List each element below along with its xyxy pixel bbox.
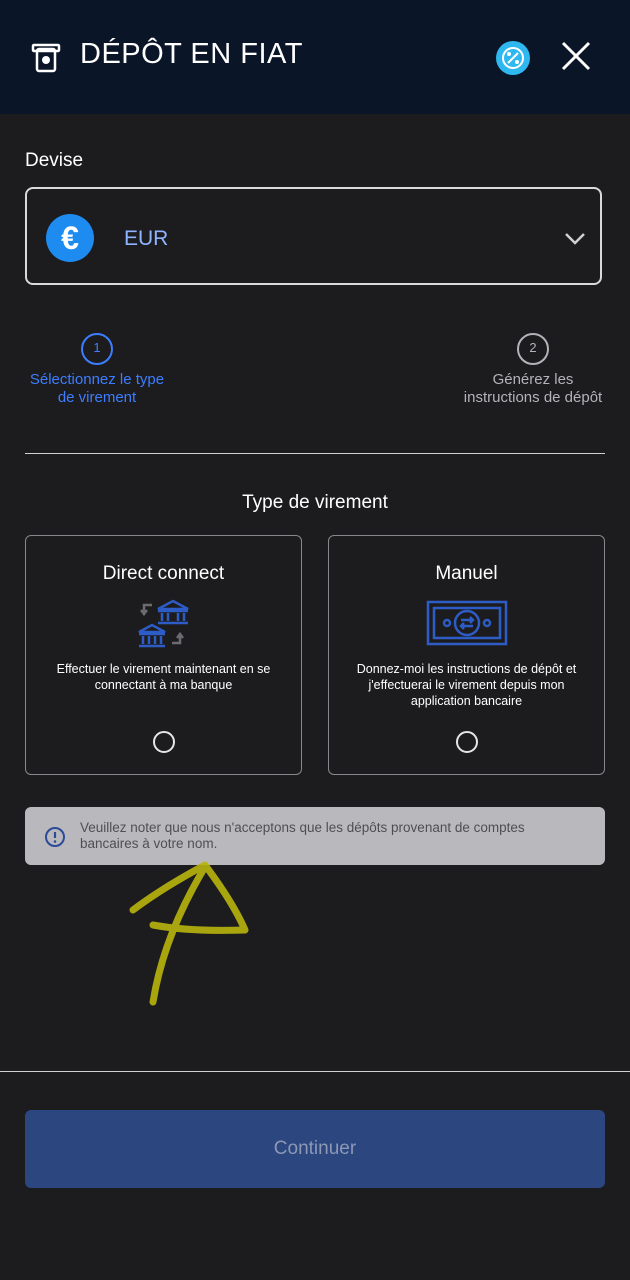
page-title: DÉPÔT EN FIAT [80,38,303,70]
manual-radio[interactable] [455,731,478,753]
header: DÉPÔT EN FIAT [0,0,630,114]
direct-connect-description: Effectuer le virement maintenant en se c… [56,662,271,692]
close-icon[interactable] [560,40,592,72]
currency-select[interactable]: € EUR [25,187,602,285]
step-1-number: 1 [81,333,113,365]
direct-connect-radio[interactable] [152,731,175,753]
step-2-label: Générez les instructions de dépôt [463,371,603,406]
transfer-type-title: Type de virement [242,492,388,513]
notice-banner: Veuillez noter que nous n'acceptons que … [25,807,605,865]
direct-connect-option[interactable]: Direct connect Effectuer le virement mai… [25,535,302,775]
info-icon [45,827,65,847]
step-2-number: 2 [517,333,549,365]
footer-divider [0,1071,630,1072]
continue-button[interactable]: Continuer [25,1110,605,1188]
chevron-down-icon [565,233,585,245]
step-2: 2 Générez les instructions de dépôt [458,333,608,407]
banknote-icon [426,600,507,646]
manual-description: Donnez-moi les instructions de dépôt et … [356,662,577,708]
currency-value: EUR [124,227,169,250]
currency-label: Devise [25,150,84,171]
step-1-label: Sélectionnez le type de virement [29,371,165,406]
bank-transfer-icon [137,599,189,648]
percent-badge-icon[interactable] [495,40,531,76]
highlight-arrow-annotation [129,861,249,1006]
notice-text: Veuillez noter que nous n'acceptons que … [80,820,525,851]
deposit-icon [31,43,61,73]
manual-option[interactable]: Manuel Donnez-moi les instructions de dé… [328,535,605,775]
direct-connect-title: Direct connect [102,563,225,584]
euro-icon: € [46,214,94,262]
step-1: 1 Sélectionnez le type de virement [22,333,172,407]
manual-title: Manuel [435,563,498,584]
divider [25,453,605,454]
